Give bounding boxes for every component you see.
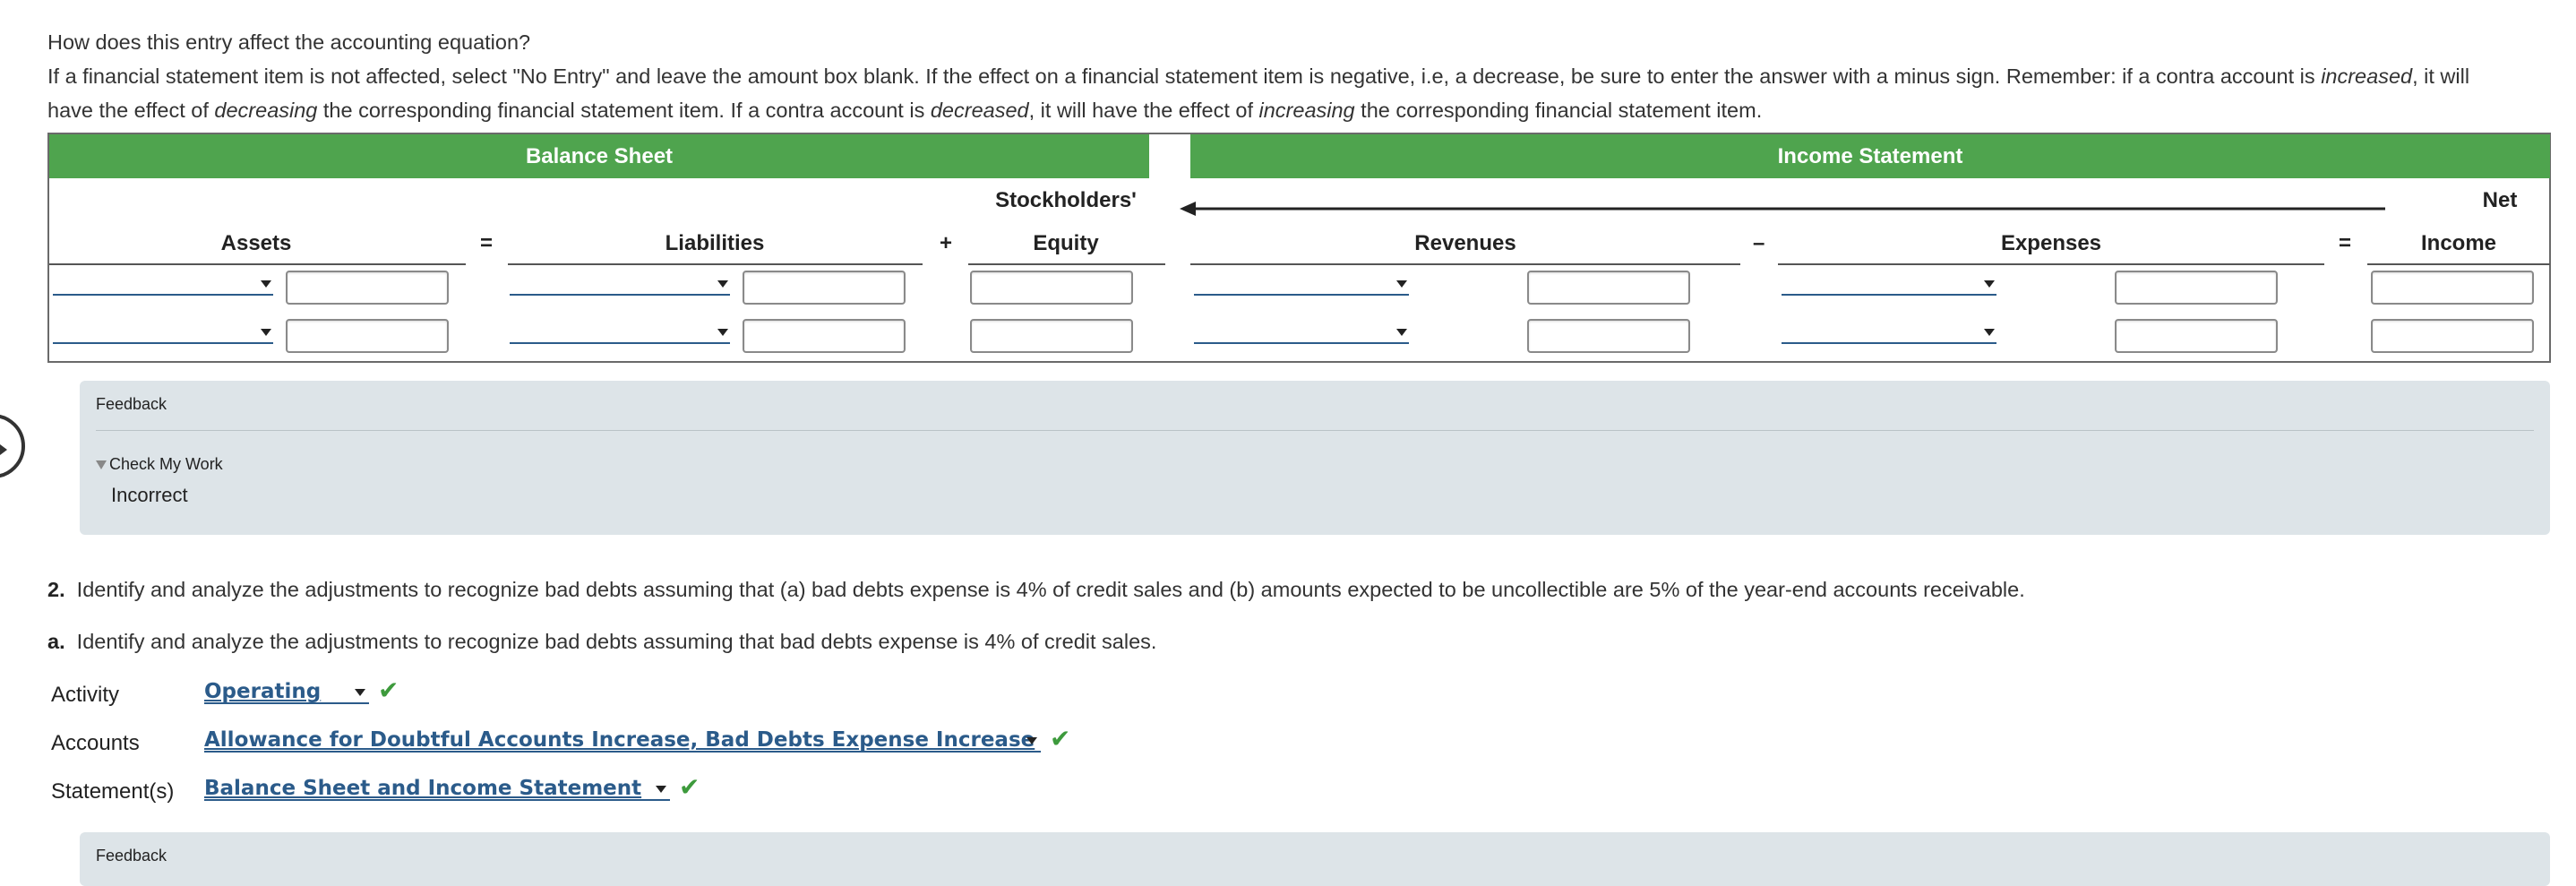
chevron-right-icon — [0, 444, 7, 455]
assets-account-select[interactable] — [53, 324, 273, 344]
expenses-amount-input[interactable] — [2115, 319, 2278, 353]
caret-down-icon — [1396, 280, 1407, 288]
minus-sign: – — [1753, 231, 1765, 255]
accounts-select[interactable]: Allowance for Doubtful Accounts Increase… — [204, 729, 1041, 753]
header-gap — [1149, 134, 1190, 178]
expenses-account-select[interactable] — [1782, 276, 1996, 296]
instr-em: decreasing — [214, 99, 318, 122]
caret-down-icon — [355, 689, 365, 696]
statements-value: Balance Sheet and Income Statement — [204, 777, 642, 800]
income-header: Income — [2420, 231, 2497, 255]
question-prompt: How does this entry affect the accountin… — [47, 30, 531, 54]
check-my-work-toggle[interactable]: Check My Work — [96, 455, 223, 474]
part-number: 2. — [47, 578, 65, 601]
instr-text: the corresponding financial statement it… — [1354, 99, 1763, 122]
caret-down-icon — [1396, 329, 1407, 336]
instr-text: If a financial statement item is not aff… — [47, 65, 2322, 88]
caret-down-icon — [1026, 737, 1037, 744]
instr-em: increased — [2321, 65, 2413, 88]
equity-amount-input[interactable] — [970, 271, 1133, 305]
statements-select[interactable]: Balance Sheet and Income Statement — [204, 778, 670, 801]
header-rule — [968, 263, 1165, 265]
question-instructions: If a financial statement item is not aff… — [47, 59, 2484, 127]
header-rule — [1778, 263, 2324, 265]
accounts-value: Allowance for Doubtful Accounts Increase… — [204, 728, 1035, 752]
equity-header: Equity — [1033, 231, 1099, 255]
part-letter: a. — [47, 630, 65, 653]
feedback-panel: Feedback — [80, 832, 2550, 886]
statements-label: Statement(s) — [51, 779, 175, 804]
assets-amount-input[interactable] — [286, 319, 449, 353]
liabilities-account-select[interactable] — [510, 276, 730, 296]
liabilities-amount-input[interactable] — [743, 319, 906, 353]
header-rule — [508, 263, 923, 265]
caret-down-icon — [717, 329, 728, 336]
net-income-input[interactable] — [2371, 319, 2534, 353]
instr-em: decreased — [930, 99, 1029, 122]
part-2-text: Identify and analyze the adjustments to … — [76, 578, 2025, 601]
equals-sign: = — [2339, 231, 2352, 255]
assets-account-select[interactable] — [53, 276, 273, 296]
liabilities-amount-input[interactable] — [743, 271, 906, 305]
part-a-prompt: a. Identify and analyze the adjustments … — [47, 630, 1156, 654]
correct-check-icon: ✔ — [1050, 725, 1071, 753]
assets-header: Assets — [220, 231, 292, 255]
next-arrow-button[interactable] — [0, 414, 25, 478]
correct-check-icon: ✔ — [679, 773, 700, 801]
caret-down-icon — [261, 280, 271, 288]
expenses-header: Expenses — [2000, 231, 2102, 255]
caret-down-icon — [656, 786, 666, 793]
plus-sign: + — [940, 231, 953, 255]
expenses-amount-input[interactable] — [2115, 271, 2278, 305]
balance-sheet-header: Balance Sheet — [49, 134, 1149, 178]
part-a-text: Identify and analyze the adjustments to … — [76, 630, 1157, 653]
instr-text: the corresponding financial statement it… — [317, 99, 931, 122]
net-label: Net — [2482, 188, 2518, 212]
correct-check-icon: ✔ — [378, 676, 399, 704]
activity-select[interactable]: Operating — [204, 681, 369, 704]
feedback-title: Feedback — [96, 847, 167, 864]
instr-em: increasing — [1258, 99, 1355, 122]
triangle-down-icon — [96, 460, 107, 470]
part-2-prompt: 2. Identify and analyze the adjustments … — [47, 578, 2025, 602]
expenses-account-select[interactable] — [1782, 324, 1996, 344]
liabilities-header: Liabilities — [665, 231, 765, 255]
feedback-status: Incorrect — [111, 484, 188, 506]
activity-value: Operating — [204, 680, 322, 703]
instr-text: , it will have the effect of — [1028, 99, 1259, 122]
revenues-account-select[interactable] — [1194, 324, 1409, 344]
header-rule — [49, 263, 466, 265]
check-my-work-label: Check My Work — [109, 455, 223, 473]
header-rule — [1190, 263, 1740, 265]
equals-sign: = — [480, 231, 494, 255]
liabilities-account-select[interactable] — [510, 324, 730, 344]
question-intro: How does this entry affect the accountin… — [47, 25, 2484, 127]
caret-down-icon — [261, 329, 271, 336]
accounts-label: Accounts — [51, 731, 140, 755]
activity-label: Activity — [51, 683, 120, 707]
arrow-left-icon — [1180, 202, 2385, 216]
net-income-input[interactable] — [2371, 271, 2534, 305]
caret-down-icon — [1984, 329, 1995, 336]
caret-down-icon — [717, 280, 728, 288]
feedback-title: Feedback — [96, 395, 167, 413]
revenues-header: Revenues — [1414, 231, 1516, 255]
revenues-amount-input[interactable] — [1527, 319, 1690, 353]
accounting-equation-table: Balance Sheet Income Statement Stockhold… — [47, 133, 2551, 363]
stockholders-label: Stockholders' — [995, 188, 1137, 212]
equity-amount-input[interactable] — [970, 319, 1133, 353]
header-rule — [2367, 263, 2550, 265]
assets-amount-input[interactable] — [286, 271, 449, 305]
feedback-panel: Feedback Check My Work Incorrect — [80, 381, 2550, 535]
revenues-account-select[interactable] — [1194, 276, 1409, 296]
feedback-divider — [96, 430, 2534, 431]
income-statement-header: Income Statement — [1190, 134, 2550, 178]
revenues-amount-input[interactable] — [1527, 271, 1690, 305]
caret-down-icon — [1984, 280, 1995, 288]
